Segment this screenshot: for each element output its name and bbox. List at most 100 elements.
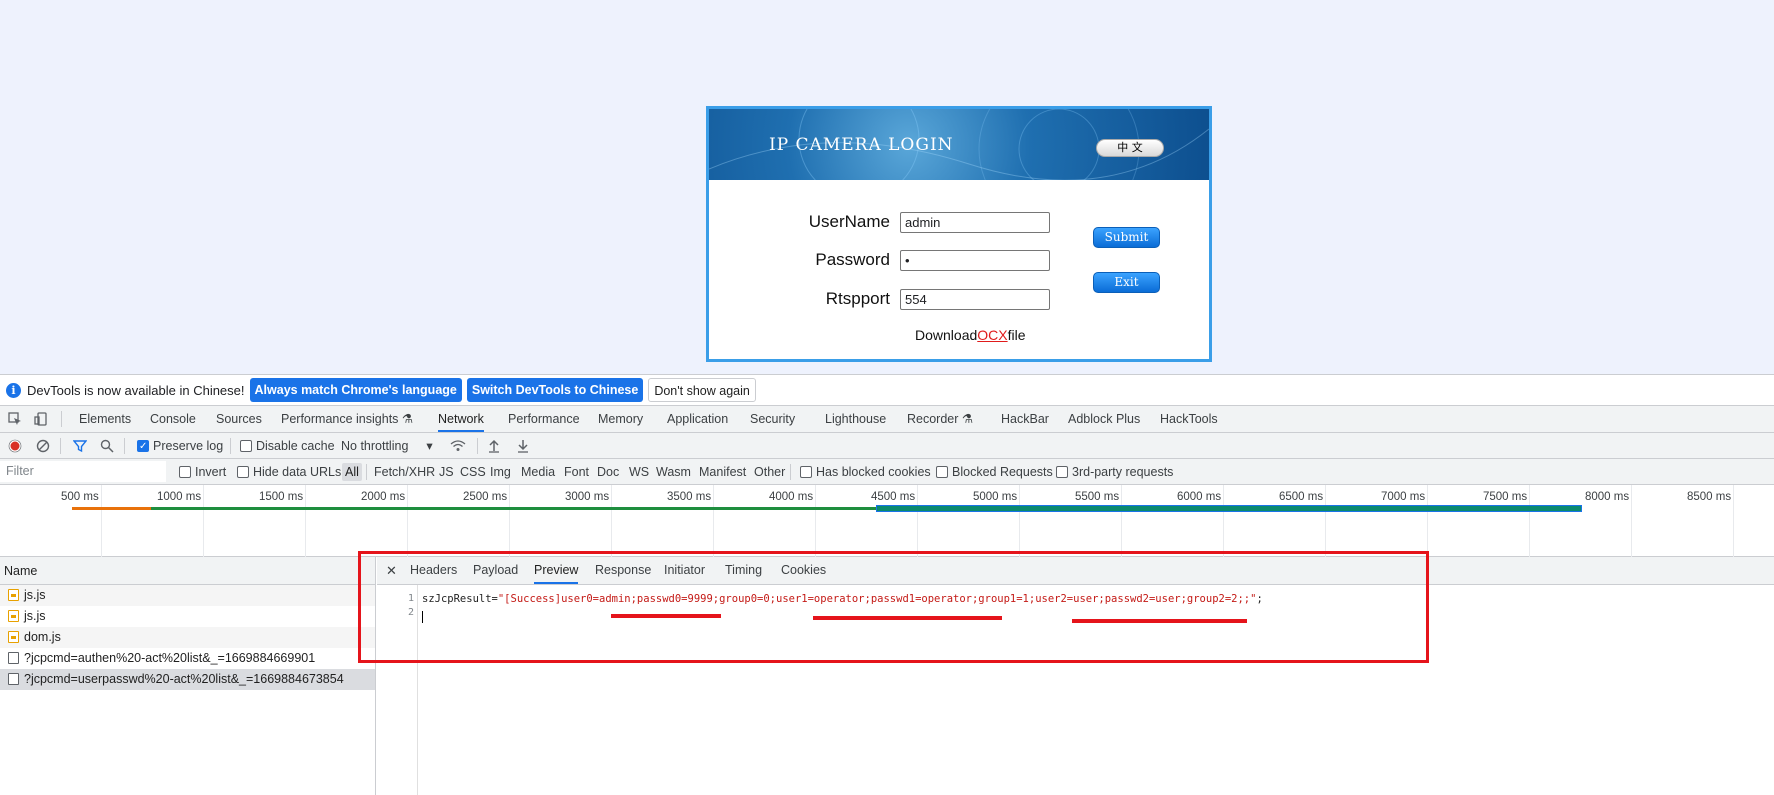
username-label: UserName bbox=[808, 212, 890, 231]
timeline-tick: 5000 ms bbox=[973, 491, 1018, 503]
login-panel: IP CAMERA LOGIN 中 文 UserName admin Passw… bbox=[706, 106, 1212, 362]
type-filter-other[interactable]: Other bbox=[754, 464, 785, 480]
throttling-value: No throttling bbox=[341, 439, 409, 453]
request-row[interactable]: js.js bbox=[0, 606, 375, 627]
tab-application[interactable]: Application bbox=[667, 406, 728, 432]
record-icon[interactable] bbox=[8, 439, 22, 453]
username-input[interactable]: admin bbox=[900, 212, 1050, 233]
inspect-element-icon[interactable] bbox=[8, 412, 22, 426]
type-filter-ws[interactable]: WS bbox=[629, 464, 649, 480]
highlight-underline bbox=[1072, 619, 1247, 623]
device-toolbar-icon[interactable] bbox=[34, 412, 48, 426]
type-filter-doc[interactable]: Doc bbox=[597, 464, 619, 480]
timeline-tick: 1000 ms bbox=[157, 491, 202, 503]
checkbox-icon bbox=[800, 466, 812, 478]
exit-button[interactable]: Exit bbox=[1093, 272, 1160, 293]
devtools-tab-bar: Elements Console Sources Performance ins… bbox=[0, 406, 1774, 433]
language-button[interactable]: 中 文 bbox=[1096, 139, 1164, 157]
export-har-icon[interactable] bbox=[517, 439, 529, 453]
request-row[interactable]: dom.js bbox=[0, 627, 375, 648]
flask-icon: ⚗ bbox=[961, 412, 974, 426]
dropdown-arrow-icon: ▾ bbox=[426, 439, 433, 453]
type-filter-all[interactable]: All bbox=[342, 463, 362, 481]
timeline-tick: 7000 ms bbox=[1381, 491, 1426, 503]
type-filter-wasm[interactable]: Wasm bbox=[656, 464, 691, 480]
download-prefix: Download bbox=[915, 327, 978, 343]
rtsp-port-input[interactable]: 554 bbox=[900, 289, 1050, 310]
tab-hackbar[interactable]: HackBar bbox=[1001, 406, 1049, 432]
rtsp-port-label: Rtspport bbox=[825, 289, 890, 308]
request-row[interactable]: ?jcpcmd=authen%20-act%20list&_=166988466… bbox=[0, 648, 375, 669]
password-input[interactable]: • bbox=[900, 250, 1050, 271]
timeline-tick: 2000 ms bbox=[361, 491, 406, 503]
request-row-selected[interactable]: ?jcpcmd=userpasswd%20-act%20list&_=16698… bbox=[0, 669, 375, 690]
download-suffix: file bbox=[1007, 327, 1026, 343]
checkbox-icon bbox=[237, 466, 249, 478]
checkbox-icon bbox=[1056, 466, 1068, 478]
tab-sources[interactable]: Sources bbox=[216, 406, 262, 432]
preserve-log-checkbox[interactable]: Preserve log bbox=[137, 438, 224, 455]
language-infobar: i DevTools is now available in Chinese! … bbox=[0, 375, 1774, 406]
type-filter-media[interactable]: Media bbox=[521, 464, 555, 480]
tab-performance-insights[interactable]: Performance insights ⚗ bbox=[281, 406, 413, 432]
type-filter-font[interactable]: Font bbox=[564, 464, 589, 480]
tab-recorder[interactable]: Recorder ⚗ bbox=[907, 406, 973, 432]
login-banner: IP CAMERA LOGIN 中 文 bbox=[709, 109, 1209, 180]
throttling-select[interactable]: No throttling ▾ bbox=[341, 438, 433, 454]
type-filter-css[interactable]: CSS bbox=[460, 464, 486, 480]
network-timeline-overview[interactable]: 500 ms 1000 ms 1500 ms 2000 ms 2500 ms 3… bbox=[0, 485, 1774, 557]
tab-hacktools[interactable]: HackTools bbox=[1160, 406, 1218, 432]
network-conditions-icon[interactable] bbox=[450, 439, 466, 453]
search-icon[interactable] bbox=[100, 439, 114, 453]
infobar-message: DevTools is now available in Chinese! bbox=[27, 382, 245, 398]
filter-icon[interactable] bbox=[73, 439, 87, 453]
tab-label: Performance insights bbox=[281, 412, 399, 426]
hide-data-urls-label: Hide data URLs bbox=[253, 465, 342, 479]
tab-adblock-plus[interactable]: Adblock Plus bbox=[1068, 406, 1140, 432]
timeline-tick: 8500 ms bbox=[1687, 491, 1732, 503]
third-party-requests-checkbox[interactable]: 3rd-party requests bbox=[1056, 464, 1173, 480]
ocx-download-link[interactable]: OCX bbox=[977, 327, 1007, 343]
timeline-tick: 4000 ms bbox=[769, 491, 814, 503]
tab-elements[interactable]: Elements bbox=[79, 406, 131, 432]
timeline-bar bbox=[151, 507, 876, 510]
preserve-log-label: Preserve log bbox=[153, 439, 224, 453]
download-ocx-line: DownloadOCXfile bbox=[915, 327, 1026, 343]
dont-show-again-button[interactable]: Don't show again bbox=[648, 378, 756, 402]
request-row[interactable]: js.js bbox=[0, 585, 375, 606]
tab-console[interactable]: Console bbox=[150, 406, 196, 432]
import-har-icon[interactable] bbox=[488, 439, 500, 453]
request-name: ?jcpcmd=userpasswd%20-act%20list&_=16698… bbox=[24, 672, 344, 686]
has-blocked-cookies-checkbox[interactable]: Has blocked cookies bbox=[800, 464, 931, 480]
disable-cache-checkbox[interactable]: Disable cache bbox=[240, 438, 335, 454]
tab-memory[interactable]: Memory bbox=[598, 406, 643, 432]
tab-performance[interactable]: Performance bbox=[508, 406, 580, 432]
password-label: Password bbox=[815, 250, 890, 269]
timeline-tick: 4500 ms bbox=[871, 491, 916, 503]
type-filter-fetch-xhr[interactable]: Fetch/XHR bbox=[374, 464, 435, 480]
disable-cache-label: Disable cache bbox=[256, 439, 335, 453]
submit-button[interactable]: Submit bbox=[1093, 227, 1160, 248]
checkbox-checked-icon bbox=[137, 439, 149, 455]
timeline-tick: 3000 ms bbox=[565, 491, 610, 503]
checkbox-icon bbox=[240, 440, 252, 452]
type-filter-manifest[interactable]: Manifest bbox=[699, 464, 746, 480]
invert-checkbox[interactable]: Invert bbox=[179, 464, 226, 480]
filter-input[interactable]: Filter bbox=[0, 461, 166, 482]
timeline-tick: 3500 ms bbox=[667, 491, 712, 503]
request-name: js.js bbox=[24, 588, 46, 602]
timeline-tick: 6000 ms bbox=[1177, 491, 1222, 503]
clear-icon[interactable] bbox=[36, 439, 50, 453]
request-name: dom.js bbox=[24, 630, 61, 644]
name-column-header[interactable]: Name bbox=[0, 557, 375, 585]
switch-to-chinese-button[interactable]: Switch DevTools to Chinese bbox=[466, 378, 644, 402]
checkbox-icon bbox=[179, 466, 191, 478]
tab-network[interactable]: Network bbox=[438, 406, 484, 432]
type-filter-js[interactable]: JS bbox=[439, 464, 454, 480]
blocked-requests-checkbox[interactable]: Blocked Requests bbox=[936, 464, 1053, 480]
tab-security[interactable]: Security bbox=[750, 406, 795, 432]
always-match-language-button[interactable]: Always match Chrome's language bbox=[249, 378, 462, 402]
tab-lighthouse[interactable]: Lighthouse bbox=[825, 406, 886, 432]
hide-data-urls-checkbox[interactable]: Hide data URLs bbox=[237, 464, 341, 480]
type-filter-img[interactable]: Img bbox=[490, 464, 511, 480]
